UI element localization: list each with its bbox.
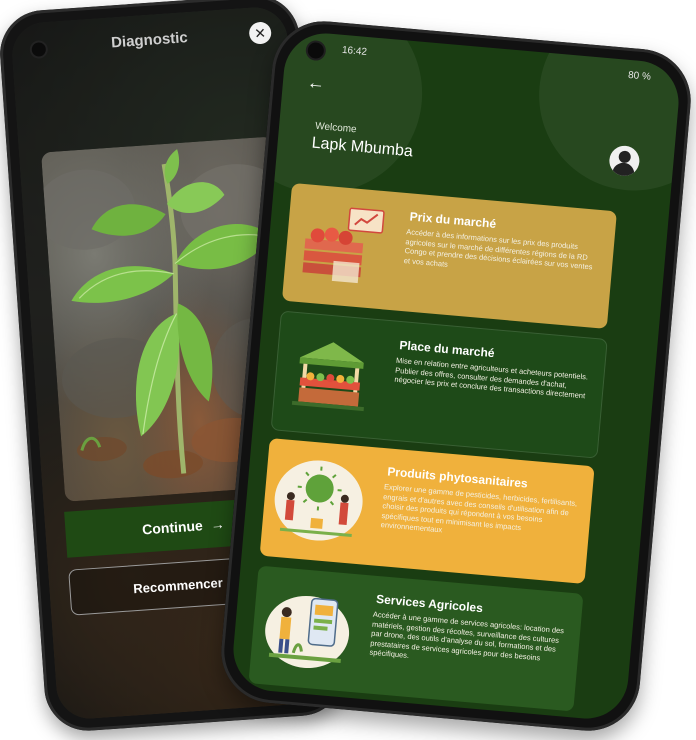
continue-label: Continue [141,517,204,538]
card-place-du-marche[interactable]: Place du marché Mise en relation entre a… [270,310,608,459]
agricultural-services-illustration [265,595,350,669]
marketplace-illustration [291,342,364,412]
phytosanitary-illustration [274,460,363,541]
card-services-agricoles[interactable]: Services Agricoles Accéder à une gamme d… [248,565,584,712]
home-screen: 16:42 80 % ← Welcome Lapk Mbumba Prix du… [229,29,683,723]
market-price-illustration [302,207,385,284]
card-prix-du-marche[interactable]: Prix du marché Accéder à des information… [281,182,617,329]
back-arrow-icon[interactable]: ← [306,72,326,94]
card-description: Explorer une gamme de pesticides, herbic… [380,482,578,535]
avatar-body [611,161,636,178]
avatar-head [618,150,632,164]
arrow-right-icon: → [210,515,226,533]
status-battery: 80 % [627,69,652,83]
card-description: Accéder à des informations sur les prix … [403,227,593,272]
status-time: 16:42 [341,44,368,58]
card-description: Accéder à une gamme de services agricole… [369,609,565,662]
card-description: Mise en relation entre agriculteurs et a… [394,355,589,401]
background-circle [531,29,683,199]
card-produits-phytosanitaires[interactable]: Produits phytosanitaires Explorer une ga… [259,438,595,584]
home-phone: 16:42 80 % ← Welcome Lapk Mbumba Prix du… [216,16,696,736]
restart-label: Recommencer [132,574,224,596]
